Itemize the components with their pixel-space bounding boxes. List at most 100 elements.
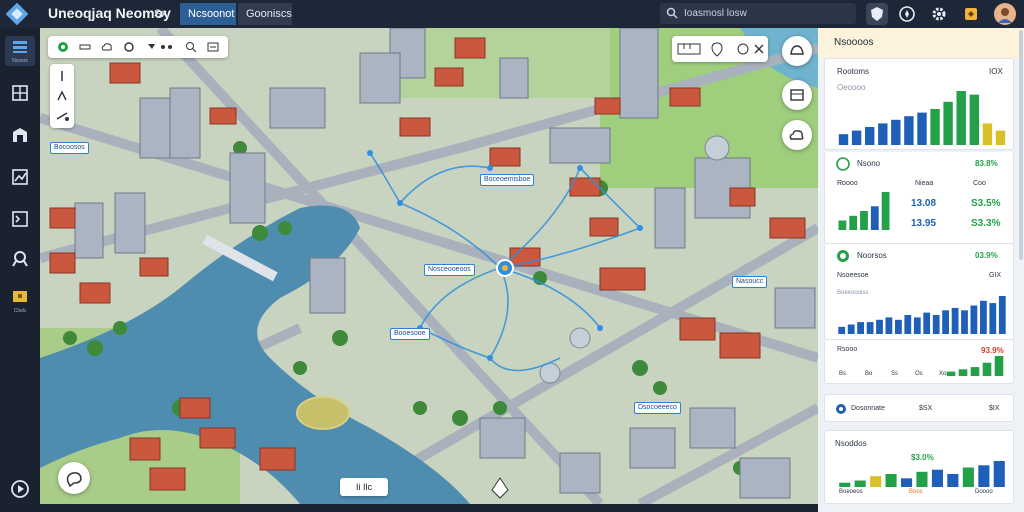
grid-icon — [12, 85, 28, 101]
chart-bar — [891, 119, 901, 145]
ruler-tool-icon[interactable] — [50, 106, 74, 126]
metric-card[interactable]: Nsono 83.8% Roooo Nieaa Coo 13.08 13.95 … — [824, 152, 1014, 244]
chart-bar — [839, 482, 851, 487]
filter-icon — [148, 44, 172, 49]
city-map-view[interactable]: Boceoemisboe Nosceooeoos Booesooe Bocoos… — [40, 28, 818, 504]
chart-bar — [854, 480, 866, 487]
map-label[interactable]: Bocoosos — [50, 142, 89, 154]
map-tool-button[interactable] — [96, 36, 118, 58]
map-tool-button[interactable] — [202, 36, 224, 58]
chart-icon — [12, 169, 28, 185]
shield-icon[interactable] — [866, 3, 888, 25]
chart-bar — [943, 101, 953, 145]
chart-bar — [982, 362, 992, 376]
map-label[interactable]: Boceoemisboe — [480, 174, 535, 186]
sidebar-item-location[interactable] — [5, 244, 35, 274]
map-label[interactable]: Nosceooeoos — [424, 264, 475, 276]
bar-chart — [946, 356, 1004, 376]
chart-bar — [989, 303, 997, 334]
card-value: $SX — [919, 405, 933, 412]
sidebar-item-buildings[interactable] — [5, 120, 35, 150]
metric-card[interactable]: Rootoms IOX Oeoooo — [824, 58, 1014, 150]
map-toolbar — [48, 36, 228, 58]
sidebar-item-play[interactable] — [5, 474, 35, 504]
map-style-button[interactable] — [52, 36, 74, 58]
metric-card[interactable]: Dosonnate $SX $IX — [824, 394, 1014, 422]
ruler-icon — [79, 44, 91, 50]
sidebar-item-label: Clsdc — [13, 308, 27, 314]
map-tool-button[interactable] — [118, 36, 140, 58]
card-title: Rsooo — [837, 346, 858, 353]
app-logo-icon[interactable] — [6, 3, 28, 25]
tab-sx[interactable]: Sx — [146, 3, 175, 25]
metric-card[interactable]: Rsooo 93.9% Bs Bo Ss Os Xo — [824, 340, 1014, 384]
chart-bar — [947, 474, 959, 487]
map-label[interactable]: Booesooe — [390, 328, 430, 340]
folder-icon — [13, 291, 27, 302]
chart-bar — [951, 307, 959, 334]
chart-bar — [994, 356, 1004, 376]
tab-gooniscs[interactable]: Gooniscs — [238, 3, 292, 25]
clear-icon[interactable] — [750, 36, 768, 62]
search-placeholder: Ioasmosl losw — [684, 8, 747, 19]
chart-bar — [901, 478, 913, 487]
draw-line-icon[interactable] — [50, 66, 74, 86]
sidebar-item-grid[interactable] — [5, 78, 35, 108]
chart-bar — [916, 471, 928, 487]
map-label[interactable]: Dsocoeeeco — [634, 402, 681, 414]
chart-bar — [942, 310, 949, 334]
chart-bar — [931, 469, 943, 487]
marker-icon[interactable] — [706, 36, 728, 62]
map-tool-button[interactable] — [180, 36, 202, 58]
chart-bar — [980, 300, 987, 334]
sidebar-item-label: Ncoors — [12, 58, 28, 64]
map-locate-button[interactable] — [782, 36, 812, 66]
weather-cloud-icon — [789, 130, 804, 140]
map-scale-chip[interactable]: Ii Ilc — [340, 478, 388, 496]
measure-distance-icon[interactable] — [674, 36, 704, 62]
panel-scrollbar[interactable] — [1019, 30, 1023, 260]
metric-card[interactable]: Nsoddos $3.0% Boeoeos Boos Doooo — [824, 430, 1014, 504]
map-tool-button[interactable] — [140, 36, 180, 58]
cloud-icon — [101, 43, 112, 51]
chart-bar — [913, 317, 921, 334]
sidebar-item-folder[interactable]: Clsdc — [5, 286, 35, 316]
map-weather-button[interactable] — [782, 120, 812, 150]
card-title: Noorsos — [857, 251, 887, 260]
user-avatar[interactable] — [994, 3, 1016, 25]
measure-icon[interactable] — [50, 86, 74, 106]
card-value: 03.9% — [975, 251, 998, 260]
map-tool-button[interactable] — [74, 36, 96, 58]
map-label[interactable]: Nasoucc — [732, 276, 768, 288]
sidebar-item-terminal[interactable] — [5, 204, 35, 234]
card-sublabel-value: GIX — [989, 272, 1002, 279]
chart-bar — [847, 324, 855, 334]
panel-title: Nsoooos — [818, 28, 1024, 58]
card-value: IOX — [989, 67, 1003, 76]
metric-card[interactable]: Noorsos 03.9% Nsoeesoe GIX Boeeoooiss — [824, 244, 1014, 340]
compass-icon[interactable] — [896, 3, 918, 25]
notification-icon[interactable] — [960, 3, 982, 25]
layers-map-icon — [207, 42, 219, 52]
footer-label: Boos — [909, 489, 923, 495]
stat-value: 13.08 — [911, 198, 937, 209]
card-value-secondary: $IX — [989, 405, 1000, 412]
search-input[interactable]: Ioasmosl losw — [660, 3, 856, 24]
legend-item: Bs — [839, 371, 847, 377]
top-bar: Uneoqjaq Neomoy Sx Ncsoonot Gooniscs Ioa… — [0, 0, 1024, 28]
row-label: Coo — [973, 180, 986, 187]
chart-bar — [838, 134, 849, 145]
map-3d-button[interactable] — [782, 80, 812, 110]
tab-ncsoonot[interactable]: Ncsoonot — [180, 3, 236, 25]
chart-bar — [923, 312, 931, 334]
search-map-icon — [186, 42, 197, 53]
sidebar-item-analytics[interactable] — [5, 162, 35, 192]
chart-bar — [917, 112, 927, 145]
legend-item: Os — [915, 371, 923, 377]
sidebar-item-layers[interactable]: Ncoors — [5, 36, 35, 66]
legend-item: Bo — [865, 371, 873, 377]
building-icon — [13, 128, 27, 142]
map-chat-button[interactable] — [58, 462, 90, 494]
chart-bar — [876, 319, 883, 334]
settings-gear-icon[interactable] — [928, 3, 950, 25]
